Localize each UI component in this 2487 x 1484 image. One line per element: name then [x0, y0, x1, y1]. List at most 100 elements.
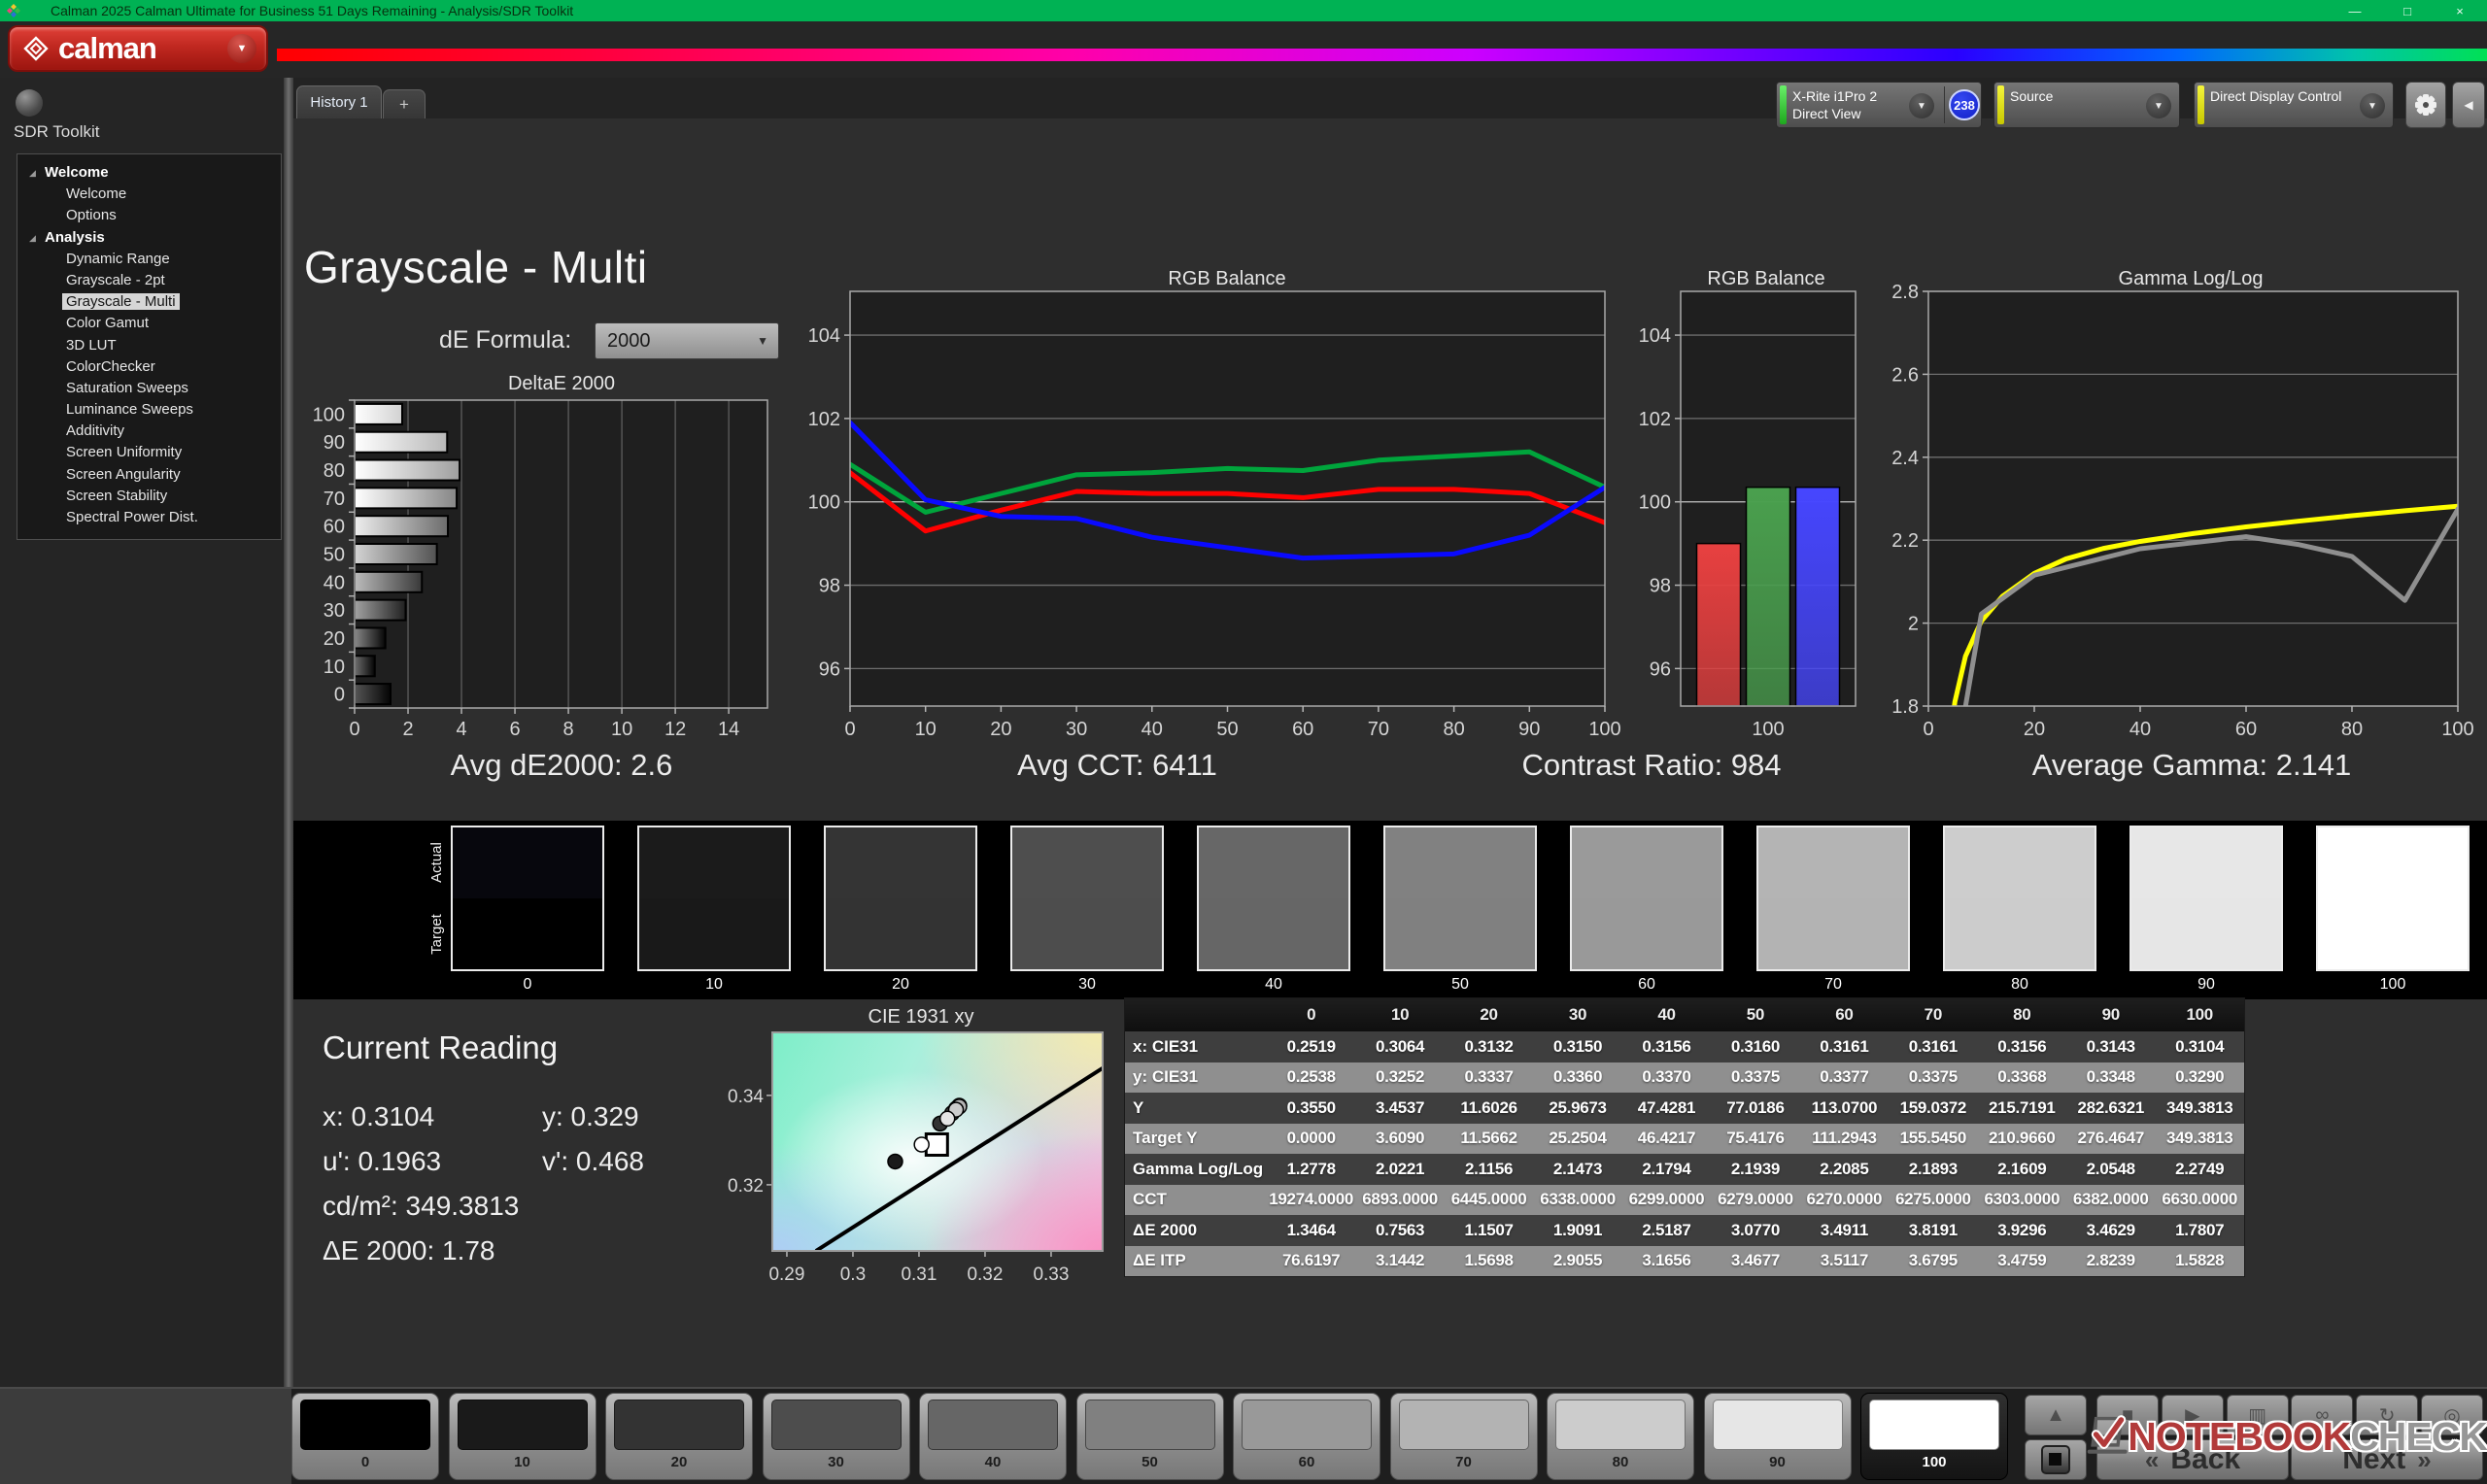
sidebar-item-additivity[interactable]: Additivity — [17, 421, 281, 442]
minimize-button[interactable]: — — [2341, 4, 2368, 18]
source-dropdown[interactable]: Source ▼ — [1993, 82, 2180, 128]
de-formula-dropdown[interactable]: 2000 ▼ — [595, 322, 779, 359]
patch-swatch — [770, 1400, 902, 1450]
pattern-window-button[interactable] — [2025, 1439, 2087, 1480]
sidebar-orb-button[interactable] — [16, 89, 43, 117]
record-icon[interactable]: ◎ — [2421, 1395, 2483, 1435]
pattern-window-up-icon[interactable]: ▲ — [2025, 1395, 2087, 1435]
swatch-level-label: 70 — [1824, 976, 1842, 993]
sidebar-item-options[interactable]: Options — [17, 205, 281, 226]
app-icon — [7, 4, 20, 17]
table-row-label: ΔE ITP — [1133, 1251, 1186, 1270]
item-label: Saturation Sweeps — [66, 379, 188, 396]
calman-logo-button[interactable]: calman ▼ — [8, 25, 268, 72]
sidebar-section-welcome[interactable]: ◢ Welcome — [17, 162, 281, 184]
refresh-icon[interactable]: ↻ — [2356, 1395, 2419, 1435]
pattern-patch-70[interactable]: 70 — [1389, 1393, 1538, 1480]
table-cell: 6270.0000 — [1806, 1190, 1883, 1209]
sidebar-item-grayscale-multi[interactable]: Grayscale - Multi — [17, 291, 281, 313]
table-row: x: CIE31 0.2519 0.3064 0.3132 0.3150 0.3156 0.… — [1125, 1031, 2244, 1062]
sidebar-item-screen-uniformity[interactable]: Screen Uniformity — [17, 442, 281, 463]
table-row: ΔE 2000 1.3464 0.7563 1.1507 1.9091 2.5187 3.0… — [1125, 1215, 2244, 1246]
pattern-patch-20[interactable]: 20 — [605, 1393, 753, 1480]
sidebar-item-dynamic-range[interactable]: Dynamic Range — [17, 249, 281, 270]
sidebar-item-grayscale-2pt[interactable]: Grayscale - 2pt — [17, 270, 281, 291]
close-button[interactable]: × — [2446, 4, 2473, 18]
pattern-patch-80[interactable]: 80 — [1547, 1393, 1694, 1480]
tree-expander-icon[interactable]: ◢ — [29, 227, 36, 249]
table-cell: 349.3813 — [2165, 1097, 2233, 1117]
window-title: Calman 2025 Calman Ultimate for Business… — [51, 3, 574, 18]
svg-text:90: 90 — [1518, 719, 1540, 740]
table-header-row: 0 10 20 30 40 50 60 70 80 90 100 — [1125, 998, 2244, 1031]
sidebar-item-luminance-sweeps[interactable]: Luminance Sweeps — [17, 399, 281, 421]
tree-expander-icon[interactable]: ◢ — [29, 162, 36, 184]
display-control-chevron-down-icon[interactable]: ▼ — [2360, 93, 2385, 118]
sidebar-item-colorchecker[interactable]: ColorChecker — [17, 356, 281, 378]
meter-dropdown[interactable]: X-Rite i1Pro 2 Direct View ▼ 238 — [1776, 82, 1982, 128]
stat-avg-cct: Avg CCT: 6411 — [1017, 748, 1217, 782]
display-control-dropdown[interactable]: Direct Display Control ▼ — [2194, 82, 2394, 128]
pattern-patch-100[interactable]: 100 — [1860, 1393, 2008, 1480]
maximize-button[interactable]: □ — [2394, 4, 2421, 18]
svg-text:0.34: 0.34 — [728, 1087, 764, 1107]
sidebar-item-spectral-power-dist-[interactable]: Spectral Power Dist. — [17, 507, 281, 528]
swatch-target — [453, 898, 602, 969]
logo-dropdown-arrow-icon[interactable]: ▼ — [227, 34, 256, 63]
back-button[interactable]: « Back — [2096, 1439, 2289, 1480]
sidebar-item-saturation-sweeps[interactable]: Saturation Sweeps — [17, 378, 281, 399]
pattern-patch-30[interactable]: 30 — [762, 1393, 910, 1480]
pattern-patch-50[interactable]: 50 — [1075, 1393, 1224, 1480]
grayscale-swatch-60 — [1570, 826, 1723, 971]
table-cell: 0.3550 — [1286, 1097, 1337, 1117]
table-row-label: Target Y — [1133, 1129, 1198, 1148]
item-label: Grayscale - Multi — [62, 293, 180, 311]
table-cell: 3.4537 — [1376, 1097, 1425, 1117]
pattern-patch-90[interactable]: 90 — [1703, 1393, 1852, 1480]
sidebar-item-screen-angularity[interactable]: Screen Angularity — [17, 464, 281, 486]
table-row-label: x: CIE31 — [1133, 1036, 1199, 1056]
settings-button[interactable] — [2405, 82, 2446, 128]
pattern-patch-10[interactable]: 10 — [448, 1393, 596, 1480]
table-cell: 2.5187 — [1642, 1220, 1691, 1239]
source-chevron-down-icon[interactable]: ▼ — [2146, 93, 2171, 118]
pattern-patch-40[interactable]: 40 — [919, 1393, 1067, 1480]
svg-text:98: 98 — [819, 576, 840, 597]
infinity-icon[interactable]: ∞ — [2291, 1395, 2354, 1435]
pattern-patch-60[interactable]: 60 — [1233, 1393, 1380, 1480]
tab-history[interactable]: History 1 — [296, 85, 382, 118]
svg-text:0.32: 0.32 — [728, 1176, 764, 1197]
play-icon[interactable]: ▶ — [2161, 1395, 2224, 1435]
panel-collapse-icon[interactable]: ◀ — [2452, 82, 2485, 128]
meter-count-badge: 238 — [1949, 89, 1980, 120]
grayscale-swatch-20 — [824, 826, 977, 971]
patch-swatch — [1555, 1400, 1686, 1450]
display-control-status-stripe — [2197, 85, 2204, 124]
next-button[interactable]: Next » — [2291, 1439, 2483, 1480]
table-cell: 0.3377 — [1820, 1067, 1869, 1087]
sidebar-item-welcome[interactable]: Welcome — [17, 184, 281, 205]
chart-icon[interactable]: ▥ — [2226, 1395, 2289, 1435]
sidebar-item-screen-stability[interactable]: Screen Stability — [17, 486, 281, 507]
swatch-actual — [1758, 827, 1908, 898]
svg-text:0: 0 — [1923, 719, 1933, 740]
add-tab-button[interactable]: + — [383, 89, 426, 118]
svg-text:50: 50 — [324, 545, 345, 566]
measured-point-90 — [938, 1110, 956, 1128]
swatch-target — [1385, 898, 1535, 969]
sidebar-item-3d-lut[interactable]: 3D LUT — [17, 335, 281, 356]
reading-row: ΔE 2000: 1.78 — [323, 1235, 542, 1266]
de-formula-label: dE Formula: — [439, 326, 572, 354]
table-cell: 0.3143 — [2086, 1036, 2136, 1056]
sidebar-section-analysis[interactable]: ◢ Analysis — [17, 227, 281, 249]
svg-text:14: 14 — [718, 719, 739, 740]
deltae-chart-title: DeltaE 2000 — [507, 373, 616, 394]
de-formula-value: 2000 — [607, 329, 651, 352]
table-row: ΔE ITP 76.6197 3.1442 1.5698 2.9055 3.1656 3.4… — [1125, 1245, 2244, 1276]
meter-chevron-down-icon[interactable]: ▼ — [1909, 93, 1934, 118]
table-cell: 6299.0000 — [1628, 1190, 1705, 1209]
sidebar-item-color-gamut[interactable]: Color Gamut — [17, 313, 281, 334]
pattern-patch-0[interactable]: 0 — [291, 1393, 439, 1480]
svg-text:2.6: 2.6 — [1891, 364, 1919, 386]
stop-icon[interactable]: ■ — [2096, 1395, 2159, 1435]
